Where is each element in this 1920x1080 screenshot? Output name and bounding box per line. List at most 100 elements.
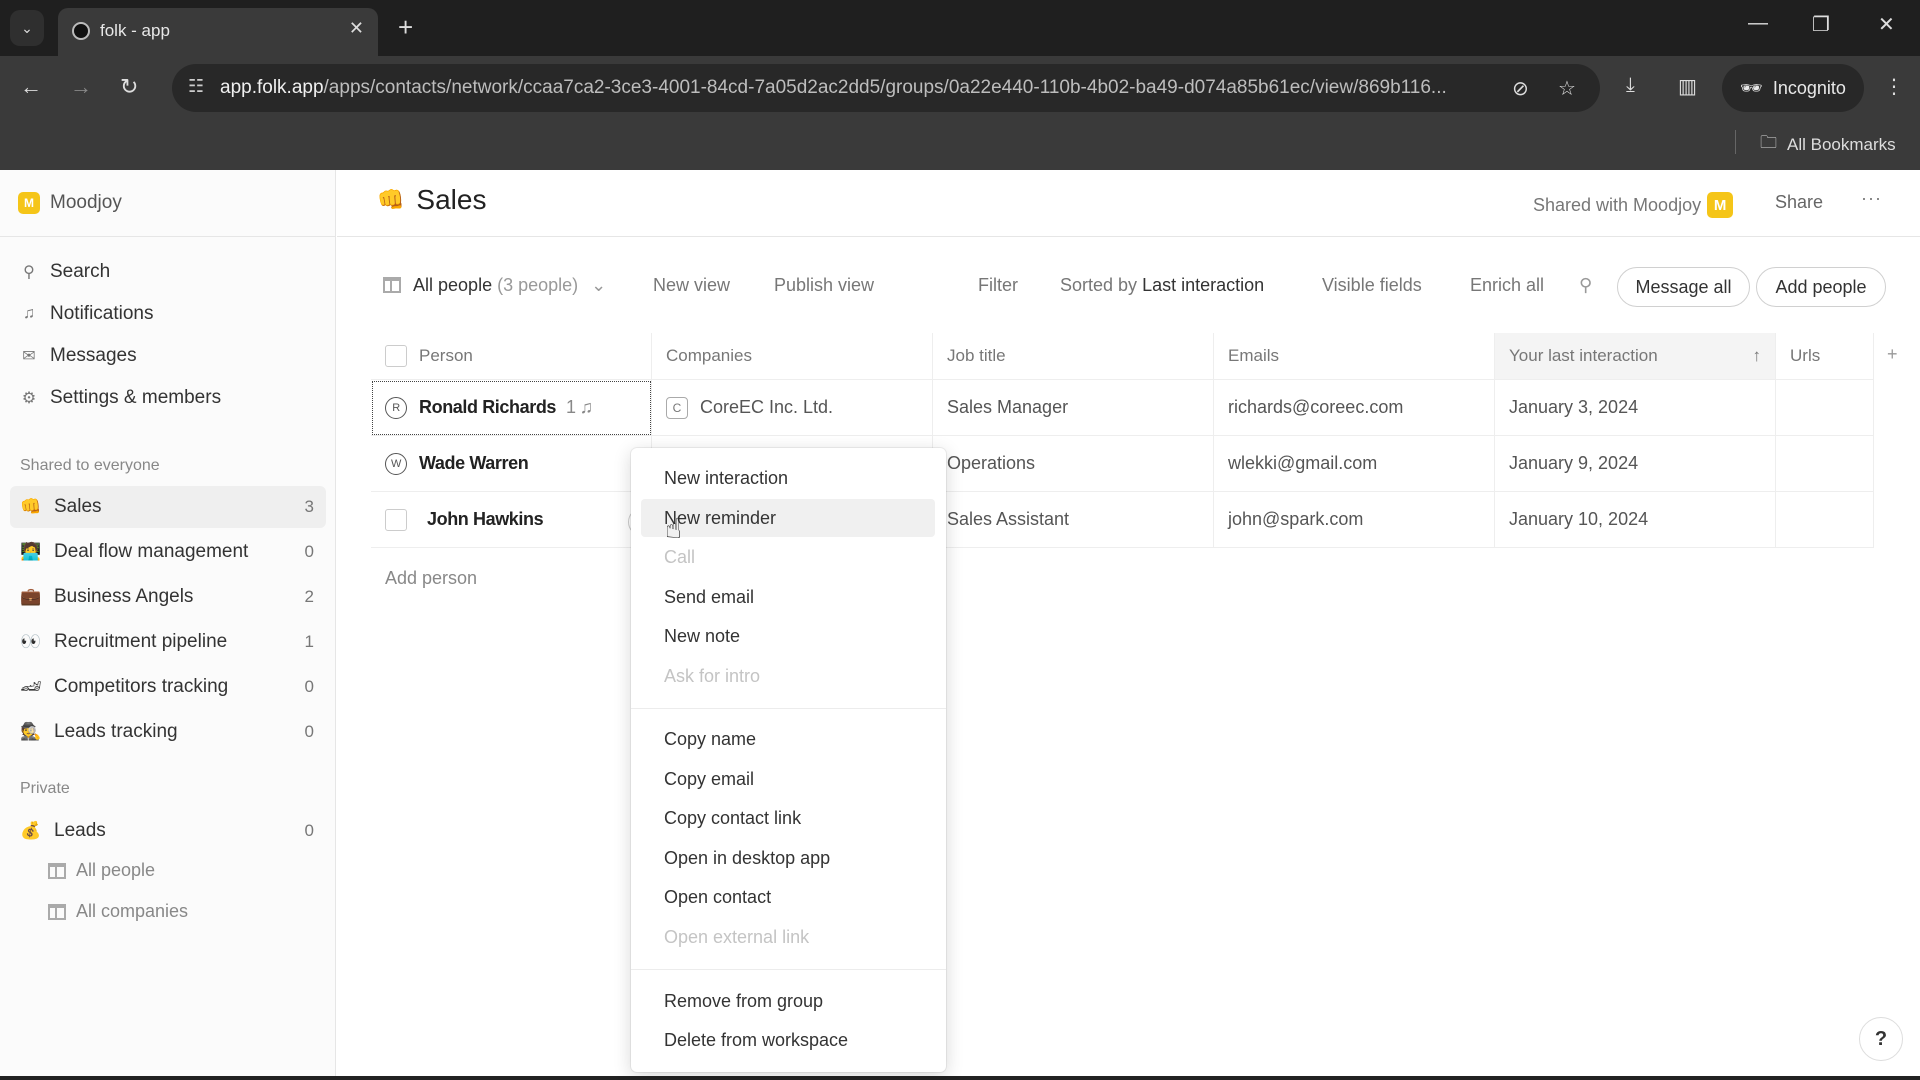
- sidebar-group-recruitment[interactable]: 👀 Recruitment pipeline 1: [10, 621, 326, 663]
- select-all-checkbox[interactable]: [385, 345, 407, 367]
- sidebar-item-settings[interactable]: ⚙ Settings & members: [20, 387, 221, 409]
- column-header-person[interactable]: Person: [371, 333, 652, 380]
- sidebar-item-messages[interactable]: ✉ Messages: [20, 345, 136, 367]
- menu-item-new-interaction[interactable]: New interaction: [641, 459, 935, 497]
- view-selector[interactable]: All people (3 people) ⌄: [383, 275, 606, 296]
- bell-icon[interactable]: ♫: [580, 397, 594, 418]
- column-header-last-interaction[interactable]: Your last interaction ↑: [1495, 333, 1776, 380]
- all-bookmarks-button[interactable]: 🗀 All Bookmarks: [1760, 130, 1896, 159]
- person-name[interactable]: Ronald Richards: [419, 397, 556, 418]
- browser-tab-bar: ⌄ folk - app ✕ + — ❐ ✕: [0, 0, 1920, 56]
- sort-button[interactable]: Sorted by Last interaction: [1060, 275, 1264, 296]
- sort-ascending-icon[interactable]: ↑: [1753, 346, 1762, 366]
- sidebar-group-leads-tracking[interactable]: 🕵 Leads tracking 0: [10, 711, 326, 753]
- sidebar-item-search[interactable]: ⚲ Search: [20, 261, 110, 283]
- table-cell-last-interaction[interactable]: January 9, 2024: [1495, 436, 1776, 492]
- company-name[interactable]: CoreEC Inc. Ltd.: [700, 397, 833, 418]
- menu-item-new-note[interactable]: New note: [641, 617, 935, 655]
- person-name[interactable]: John Hawkins: [427, 509, 544, 530]
- table-row-person-cell[interactable]: John Hawkins ···: [371, 492, 656, 548]
- add-column-button[interactable]: +: [1887, 344, 1898, 365]
- star-icon[interactable]: ☆: [1558, 76, 1576, 101]
- column-label: Companies: [666, 346, 752, 365]
- table-cell-job-title[interactable]: Operations: [933, 436, 1214, 492]
- person-name[interactable]: Wade Warren: [419, 453, 529, 474]
- close-tab-icon[interactable]: ✕: [349, 18, 364, 39]
- workspace-switcher[interactable]: M Moodjoy: [18, 192, 122, 214]
- enrich-all-button[interactable]: Enrich all: [1470, 275, 1544, 296]
- forward-icon[interactable]: →: [70, 74, 92, 100]
- menu-item-send-email[interactable]: Send email: [641, 578, 935, 616]
- column-label: Person: [419, 346, 473, 365]
- new-tab-button[interactable]: +: [398, 12, 413, 43]
- money-bag-emoji-icon: 💰: [20, 821, 42, 840]
- tab-search-button[interactable]: ⌄: [10, 10, 44, 46]
- menu-item-open-desktop-app[interactable]: Open in desktop app: [641, 839, 935, 877]
- menu-item-copy-contact-link[interactable]: Copy contact link: [641, 799, 935, 837]
- more-options-icon[interactable]: ···: [1861, 188, 1882, 209]
- menu-item-new-reminder[interactable]: New reminder: [641, 499, 935, 537]
- sidebar-view-all-companies[interactable]: All companies: [48, 901, 188, 922]
- table-cell-email[interactable]: richards@coreec.com: [1214, 380, 1495, 436]
- table-cell-email[interactable]: wlekki@gmail.com: [1214, 436, 1495, 492]
- column-header-companies[interactable]: Companies: [652, 333, 933, 380]
- message-all-button[interactable]: Message all: [1617, 267, 1750, 307]
- row-checkbox[interactable]: [385, 508, 407, 531]
- filter-button[interactable]: Filter: [978, 275, 1018, 296]
- url-host: app.folk.app: [220, 77, 324, 98]
- table-cell-job-title[interactable]: Sales Manager: [933, 380, 1214, 436]
- column-header-emails[interactable]: Emails: [1214, 333, 1495, 380]
- table-row-person-cell[interactable]: R Ronald Richards 1 ♫: [371, 380, 652, 436]
- table-cell-company[interactable]: C CoreEC Inc. Ltd.: [652, 380, 933, 436]
- new-view-button[interactable]: New view: [653, 275, 730, 296]
- sidebar-group-deal-flow[interactable]: 🧑‍💻 Deal flow management 0: [10, 531, 326, 573]
- sidebar-view-all-people[interactable]: All people: [48, 860, 155, 881]
- menu-item-remove-from-group[interactable]: Remove from group: [641, 982, 935, 1020]
- table-cell-last-interaction[interactable]: January 3, 2024: [1495, 380, 1776, 436]
- table-cell-urls[interactable]: [1776, 436, 1874, 492]
- menu-item-open-contact[interactable]: Open contact: [641, 878, 935, 916]
- reload-icon[interactable]: ↻: [120, 74, 138, 100]
- sort-prefix: Sorted by: [1060, 275, 1138, 295]
- table-cell-last-interaction[interactable]: January 10, 2024: [1495, 492, 1776, 548]
- incognito-badge[interactable]: 🕶︎ Incognito: [1722, 64, 1864, 112]
- sidebar-group-sales[interactable]: 👊 Sales 3: [10, 486, 326, 528]
- download-icon[interactable]: ⤓: [1626, 74, 1635, 97]
- shared-with-indicator[interactable]: Shared with Moodjoy M: [1533, 192, 1734, 218]
- menu-item-call: Call: [664, 546, 696, 567]
- eyes-emoji-icon: 👀: [20, 632, 42, 651]
- sidebar-group-leads[interactable]: 💰 Leads 0: [10, 810, 326, 852]
- minimize-icon[interactable]: —: [1748, 12, 1768, 35]
- address-bar[interactable]: ☷ app.folk.app/apps/contacts/network/cca…: [172, 64, 1600, 112]
- sidebar-item-notifications[interactable]: ♫ Notifications: [20, 303, 154, 325]
- table-row-person-cell[interactable]: W Wade Warren: [371, 436, 652, 492]
- url-text[interactable]: app.folk.app/apps/contacts/network/ccaa7…: [220, 77, 1500, 99]
- sidebar-group-competitors[interactable]: 🏎 Competitors tracking 0: [10, 666, 326, 708]
- share-button[interactable]: Share: [1775, 192, 1823, 213]
- sidebar-group-business-angels[interactable]: 💼 Business Angels 2: [10, 576, 326, 618]
- eye-off-icon[interactable]: ⊘: [1512, 76, 1529, 101]
- browser-tab[interactable]: folk - app ✕: [58, 8, 378, 56]
- table-cell-job-title[interactable]: Sales Assistant: [933, 492, 1214, 548]
- column-header-job-title[interactable]: Job title: [933, 333, 1214, 380]
- back-icon[interactable]: ←: [20, 74, 42, 100]
- side-panel-icon[interactable]: ▥: [1678, 74, 1697, 99]
- table-cell-urls[interactable]: [1776, 380, 1874, 436]
- add-people-button[interactable]: Add people: [1756, 267, 1886, 307]
- publish-view-button[interactable]: Publish view: [774, 275, 874, 296]
- help-button[interactable]: ?: [1859, 1017, 1903, 1061]
- site-info-icon[interactable]: ☷: [188, 76, 204, 97]
- search-icon[interactable]: ⚲: [1579, 275, 1592, 296]
- menu-item-delete-from-workspace[interactable]: Delete from workspace: [641, 1021, 935, 1059]
- visible-fields-button[interactable]: Visible fields: [1322, 275, 1422, 296]
- close-window-icon[interactable]: ✕: [1878, 12, 1895, 37]
- browser-menu-icon[interactable]: ⋮: [1884, 74, 1904, 99]
- menu-item-copy-email[interactable]: Copy email: [641, 760, 935, 798]
- table-cell-email[interactable]: john@spark.com: [1214, 492, 1495, 548]
- add-person-button[interactable]: Add person: [385, 568, 477, 589]
- chevron-down-icon: ⌄: [21, 19, 33, 36]
- column-header-urls[interactable]: Urls: [1776, 333, 1874, 380]
- restore-icon[interactable]: ❐: [1812, 12, 1830, 37]
- table-cell-urls[interactable]: [1776, 492, 1874, 548]
- menu-item-copy-name[interactable]: Copy name: [641, 720, 935, 758]
